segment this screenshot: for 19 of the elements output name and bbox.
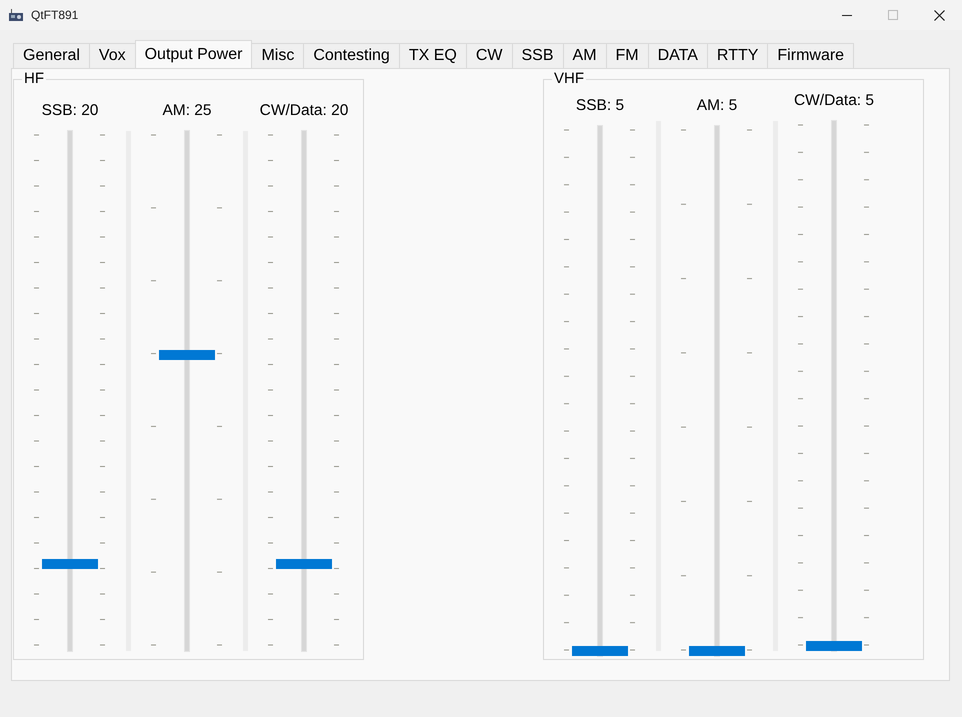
window-title: QtFT891 (31, 8, 80, 22)
radio-icon (9, 9, 23, 21)
tab[interactable]: General (13, 43, 90, 68)
slider-label: AM: 25 (162, 102, 212, 120)
tab[interactable]: Firmware (767, 43, 854, 68)
slider-handle[interactable] (276, 559, 332, 570)
slider-handle[interactable] (42, 559, 98, 570)
tab[interactable]: Output Power (134, 40, 252, 68)
slider-label: CW/Data: 20 (260, 102, 348, 120)
slider-label: SSB: 5 (576, 97, 624, 115)
slider-handle[interactable] (806, 641, 862, 651)
slider-handle[interactable] (689, 646, 745, 656)
slider-label: AM: 5 (696, 97, 738, 115)
slider-handle[interactable] (159, 350, 215, 360)
slider-label: CW/Data: 5 (794, 92, 874, 110)
close-icon (934, 10, 944, 20)
maximize-icon (888, 10, 898, 20)
slider-label: SSB: 20 (42, 102, 98, 120)
slider-handle[interactable] (572, 646, 628, 656)
